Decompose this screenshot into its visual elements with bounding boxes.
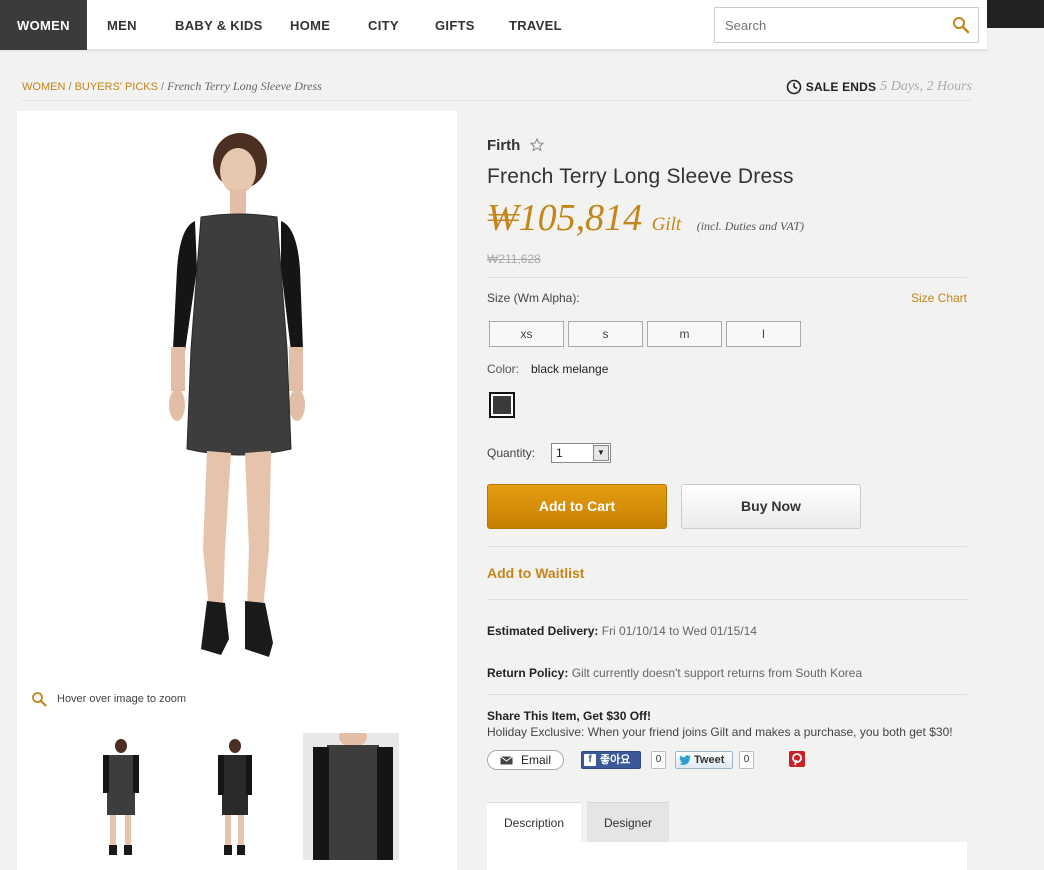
color-label: Color: bbox=[487, 362, 520, 376]
nav-item-gifts[interactable]: GIFTS bbox=[435, 0, 475, 50]
sale-ends-time: 5 Days, 2 Hours bbox=[880, 79, 972, 94]
facebook-icon: f bbox=[584, 754, 596, 766]
nav-item-baby-kids[interactable]: BABY & KIDS bbox=[175, 0, 263, 50]
delivery-label: Estimated Delivery: bbox=[487, 624, 599, 638]
facebook-count: 0 bbox=[651, 751, 666, 769]
size-chart-link[interactable]: Size Chart bbox=[911, 291, 967, 305]
product-main-image[interactable] bbox=[25, 119, 449, 689]
quantity-value: 1 bbox=[556, 446, 563, 460]
share-title: Share This Item, Get $30 Off! bbox=[487, 709, 652, 723]
size-option-m[interactable]: m bbox=[647, 321, 722, 347]
nav-item-women[interactable]: WOMEN bbox=[0, 0, 87, 50]
header-strip bbox=[987, 0, 1044, 28]
sale-price: ₩105,814 Gilt (incl. Duties and VAT) bbox=[487, 196, 804, 240]
facebook-label: 좋아요 bbox=[600, 754, 631, 766]
thumbnail-front[interactable] bbox=[70, 733, 172, 863]
sale-ends: SALE ENDS 5 Days, 2 Hours bbox=[786, 79, 972, 95]
divider bbox=[487, 599, 967, 600]
tweet-count: 0 bbox=[739, 751, 754, 769]
size-label: Size (Wm Alpha): bbox=[487, 291, 580, 305]
product-title: French Terry Long Sleeve Dress bbox=[487, 165, 794, 188]
color-swatch[interactable] bbox=[489, 392, 515, 418]
price-value: ₩105,814 bbox=[487, 197, 643, 239]
size-option-l[interactable]: l bbox=[726, 321, 801, 347]
divider bbox=[487, 694, 967, 695]
nav-item-travel[interactable]: TRAVEL bbox=[509, 0, 562, 50]
star-icon[interactable] bbox=[530, 138, 544, 152]
breadcrumb-current: French Terry Long Sleeve Dress bbox=[167, 79, 322, 93]
sale-ends-label: SALE ENDS bbox=[805, 80, 877, 94]
zoom-hint: Hover over image to zoom bbox=[31, 691, 186, 707]
share-description: Holiday Exclusive: When your friend join… bbox=[487, 725, 953, 739]
nav-item-men[interactable]: MEN bbox=[107, 0, 137, 50]
info-tabs: Description Designer bbox=[487, 802, 967, 870]
dropdown-arrow-icon[interactable]: ▼ bbox=[593, 445, 609, 461]
pinterest-icon[interactable] bbox=[789, 751, 805, 767]
return-policy: Return Policy: Gilt currently doesn't su… bbox=[487, 666, 862, 680]
thumbnail-strip bbox=[17, 723, 457, 870]
breadcrumb-women[interactable]: WOMEN bbox=[22, 81, 65, 93]
breadcrumb: WOMEN / BUYERS' PICKS / French Terry Lon… bbox=[22, 79, 322, 94]
tweet-button[interactable]: Tweet bbox=[675, 751, 733, 769]
brand-name[interactable]: Firth bbox=[487, 137, 520, 154]
twitter-icon bbox=[679, 755, 691, 765]
tab-description[interactable]: Description bbox=[487, 802, 581, 842]
add-to-cart-button[interactable]: Add to Cart bbox=[487, 484, 667, 529]
buy-now-button[interactable]: Buy Now bbox=[681, 484, 861, 529]
size-option-xs[interactable]: xs bbox=[489, 321, 564, 347]
nav-item-city[interactable]: CITY bbox=[368, 0, 399, 50]
zoom-hint-text: Hover over image to zoom bbox=[57, 693, 186, 705]
quantity-label: Quantity: bbox=[487, 446, 536, 460]
image-panel: Hover over image to zoom bbox=[17, 111, 457, 723]
price-note: (incl. Duties and VAT) bbox=[696, 219, 805, 233]
color-swatch-fill bbox=[493, 396, 511, 414]
thumbnail-detail[interactable] bbox=[303, 733, 399, 860]
return-value: Gilt currently doesn't support returns f… bbox=[571, 666, 863, 680]
zoom-icon bbox=[32, 692, 47, 707]
breadcrumb-separator: / bbox=[65, 81, 75, 93]
clock-icon bbox=[786, 79, 802, 95]
delivery-value: Fri 01/10/14 to Wed 01/15/14 bbox=[601, 624, 757, 638]
thumbnail-back[interactable] bbox=[185, 733, 287, 863]
share-row: Email f 좋아요 0 Tweet 0 bbox=[487, 750, 967, 772]
breadcrumb-buyers-picks[interactable]: BUYERS' PICKS bbox=[75, 81, 158, 93]
divider bbox=[487, 277, 967, 278]
return-label: Return Policy: bbox=[487, 666, 569, 680]
estimated-delivery: Estimated Delivery: Fri 01/10/14 to Wed … bbox=[487, 624, 757, 638]
quantity-select[interactable]: 1 ▼ bbox=[551, 443, 611, 463]
mail-icon bbox=[500, 756, 513, 765]
breadcrumb-separator: / bbox=[157, 81, 168, 93]
divider bbox=[487, 546, 967, 547]
price-suffix: Gilt bbox=[651, 214, 682, 235]
nav-item-home[interactable]: HOME bbox=[290, 0, 330, 50]
divider bbox=[22, 100, 972, 101]
tab-content bbox=[487, 842, 967, 870]
add-to-waitlist-link[interactable]: Add to Waitlist bbox=[487, 565, 584, 581]
email-share-button[interactable]: Email bbox=[487, 750, 564, 770]
email-label: Email bbox=[521, 753, 552, 767]
tweet-label: Tweet bbox=[694, 754, 725, 766]
size-option-s[interactable]: s bbox=[568, 321, 643, 347]
search-input[interactable] bbox=[715, 8, 935, 42]
search-box bbox=[714, 7, 979, 43]
tab-designer[interactable]: Designer bbox=[587, 802, 669, 842]
top-nav: WOMEN MEN BABY & KIDS HOME CITY GIFTS TR… bbox=[0, 0, 987, 50]
color-value: black melange bbox=[531, 362, 609, 376]
original-price: ₩211,628 bbox=[487, 252, 541, 266]
search-icon[interactable] bbox=[952, 16, 970, 34]
facebook-like-button[interactable]: f 좋아요 bbox=[581, 751, 641, 769]
